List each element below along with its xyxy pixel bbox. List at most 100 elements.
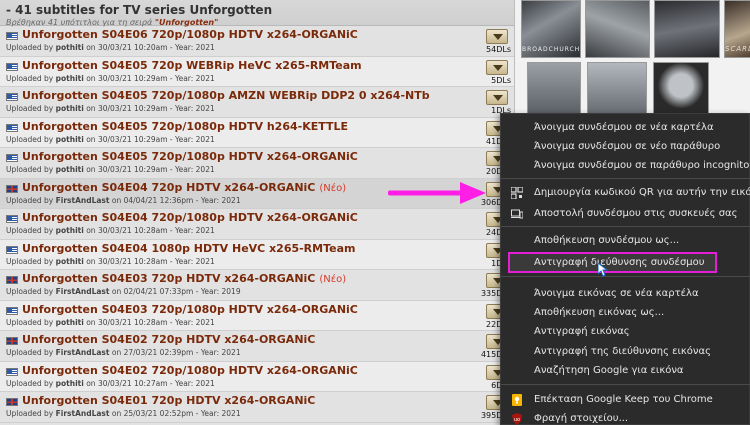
subtitle-row[interactable]: Unforgotten S04E04 1080p HDTV HeVC x265-… <box>0 239 514 270</box>
upload-date: on 30/03/21 10:29am - Year: 2021 <box>86 134 215 144</box>
english-flag-icon <box>6 276 18 284</box>
upload-date: on 30/03/21 10:29am - Year: 2021 <box>86 73 215 83</box>
thumbnail-caption: SCARLET <box>725 45 750 53</box>
subtitle-row[interactable]: Unforgotten S04E05 720p WEBRip HeVC x265… <box>0 56 514 87</box>
upload-date: on 30/03/21 10:28am - Year: 2021 <box>86 317 215 327</box>
subtitle-title-link[interactable]: Unforgotten S04E02 720p/1080p HDTV x264-… <box>22 364 362 377</box>
download-icon[interactable] <box>486 90 508 105</box>
menu-item-label: Άνοιγμα συνδέσμου σε νέο παράθυρο <box>534 141 721 152</box>
uploader-link[interactable]: pothiti <box>56 318 84 327</box>
thumbnail-caption: BROADCHURCH <box>522 46 581 53</box>
uploader-link[interactable]: pothiti <box>56 74 84 83</box>
upload-meta: Uploaded by FirstAndLast on 25/03/21 02:… <box>6 409 241 418</box>
thumbnail-poster[interactable] <box>654 0 720 58</box>
subtitle-title-link[interactable]: Unforgotten S04E06 720p/1080p HDTV x264-… <box>22 28 362 41</box>
upload-meta: Uploaded by pothiti on 30/03/21 10:27am … <box>6 379 215 388</box>
upload-meta: Uploaded by pothiti on 30/03/21 10:28am … <box>6 257 215 266</box>
uploaded-by-label: Uploaded by <box>6 256 54 266</box>
copy-image-item[interactable]: Αντιγραφή εικόνας <box>501 322 750 341</box>
svg-text:uo: uo <box>514 417 520 423</box>
google-keep-extension-item[interactable]: Επέκταση Google Keep του Chrome <box>501 390 750 409</box>
uploader-link[interactable]: FirstAndLast <box>56 348 110 357</box>
thumbnail-poster[interactable] <box>653 62 709 114</box>
upload-date: on 30/03/21 10:28am - Year: 2021 <box>86 256 215 266</box>
menu-item-label: Αποθήκευση συνδέσμου ως... <box>534 235 680 246</box>
block-element-item[interactable]: uo Φραγή στοιχείου... <box>501 409 750 425</box>
open-link-new-window-item[interactable]: Άνοιγμα συνδέσμου σε νέο παράθυρο <box>501 137 750 156</box>
uploader-link[interactable]: FirstAndLast <box>56 287 110 296</box>
uploaded-by-label: Uploaded by <box>6 287 54 296</box>
upload-meta: Uploaded by pothiti on 30/03/21 10:29am … <box>6 104 215 113</box>
thumbnail-poster[interactable]: BROADCHURCH <box>521 0 581 58</box>
subtitle-title-text: Unforgotten S04E05 720p/1080p AMZN WEBRi… <box>22 89 430 102</box>
open-link-new-tab-item[interactable]: Άνοιγμα συνδέσμου σε νέα καρτέλα <box>501 118 750 137</box>
upload-meta: Uploaded by pothiti on 30/03/21 10:28am … <box>6 318 215 327</box>
english-flag-icon <box>6 337 18 345</box>
subtitle-title-text: Unforgotten S04E04 720p/1080p HDTV x264-… <box>22 211 358 224</box>
subtitle-title-link[interactable]: Unforgotten S04E04 1080p HDTV HeVC x265-… <box>22 242 360 255</box>
uploaded-by-label: Uploaded by <box>6 378 54 388</box>
open-image-new-tab-item[interactable]: Άνοιγμα εικόνας σε νέα καρτέλα <box>501 284 750 303</box>
subtitle-row[interactable]: Unforgotten S04E02 720p HDTV x264-ORGANi… <box>0 331 514 362</box>
uploaded-by-label: Uploaded by <box>6 165 54 174</box>
subtitle-title-link[interactable]: Unforgotten S04E03 720p HDTV x264-ORGANi… <box>22 272 346 285</box>
subtitle-title-link[interactable]: Unforgotten S04E04 720p HDTV x264-ORGANi… <box>22 181 346 194</box>
subtitle-row[interactable]: Unforgotten S04E01 720p HDTV x264-ORGANi… <box>0 392 514 423</box>
subtitle-row[interactable]: Unforgotten S04E03 720p HDTV x264-ORGANi… <box>0 270 514 301</box>
uploader-link[interactable]: pothiti <box>56 104 84 113</box>
upload-meta: Uploaded by pothiti on 30/03/21 10:29am … <box>6 135 215 144</box>
copy-image-address-item[interactable]: Αντιγραφή της διεύθυνσης εικόνας <box>501 342 750 361</box>
thumbnail-poster[interactable] <box>585 0 650 58</box>
subtitle-row[interactable]: Unforgotten S04E04 720p/1080p HDTV x264-… <box>0 209 514 240</box>
menu-item-label: Αναζήτηση Google για εικόνα <box>534 365 684 376</box>
subtitle-title-link[interactable]: Unforgotten S04E02 720p HDTV x264-ORGANi… <box>22 333 319 346</box>
subtitle-title-link[interactable]: Unforgotten S04E01 720p HDTV x264-ORGANi… <box>22 394 319 407</box>
subtitle-row[interactable]: Unforgotten S04E03 720p/1080p HDTV x264-… <box>0 300 514 331</box>
download-icon[interactable] <box>486 29 508 44</box>
create-qr-code-item[interactable]: Δημιουργία κωδικού QR για αυτήν την εικό… <box>501 183 750 202</box>
uploader-link[interactable]: pothiti <box>56 43 84 52</box>
subtitle-row[interactable]: Unforgotten S04E05 720p/1080p HDTV h264-… <box>0 117 514 148</box>
uploaded-by-label: Uploaded by <box>6 409 54 418</box>
mouse-cursor-icon <box>598 263 608 277</box>
menu-item-label: Δημιουργία κωδικού QR για αυτήν την εικό… <box>534 187 750 198</box>
google-keep-icon <box>511 394 523 406</box>
english-flag-icon <box>6 184 18 193</box>
save-image-as-item[interactable]: Αποθήκευση εικόνας ως... <box>501 303 750 322</box>
subtitle-row[interactable]: Unforgotten S04E06 720p/1080p HDTV x264-… <box>0 26 514 57</box>
subtitle-title-link[interactable]: Unforgotten S04E05 720p WEBRip HeVC x265… <box>22 59 366 72</box>
save-link-as-item[interactable]: Αποθήκευση συνδέσμου ως... <box>501 231 750 250</box>
greek-flag-icon <box>6 306 18 315</box>
subtitle-row[interactable]: Unforgotten S04E05 720p/1080p HDTV x264-… <box>0 148 514 179</box>
subtitle-title-link[interactable]: Unforgotten S04E05 720p/1080p HDTV h264-… <box>22 120 352 133</box>
subtitle-title-link[interactable]: Unforgotten S04E05 720p/1080p HDTV x264-… <box>22 150 362 163</box>
uploader-link[interactable]: FirstAndLast <box>56 409 110 418</box>
devices-icon <box>511 208 524 220</box>
download-icon[interactable] <box>486 59 508 75</box>
upload-date: on 30/03/21 10:20am - Year: 2021 <box>86 43 215 52</box>
subtitle-title-link[interactable]: Unforgotten S04E04 720p/1080p HDTV x264-… <box>22 211 362 224</box>
thumbnail-poster[interactable]: SCARLET <box>724 0 750 58</box>
uploader-link[interactable]: pothiti <box>56 257 84 266</box>
uploader-link[interactable]: pothiti <box>56 226 84 235</box>
new-badge: (Νέο) <box>319 182 347 194</box>
upload-meta: Uploaded by FirstAndLast on 02/04/21 07:… <box>6 287 241 296</box>
thumbnail-poster[interactable] <box>527 62 581 114</box>
search-google-image-item[interactable]: Αναζήτηση Google για εικόνα <box>501 361 750 380</box>
uploaded-by-label: Uploaded by <box>6 348 54 357</box>
subtitle-title-link[interactable]: Unforgotten S04E05 720p/1080p AMZN WEBRi… <box>22 89 434 102</box>
open-link-incognito-item[interactable]: Άνοιγμα συνδέσμου σε παράθυρο incognito <box>501 156 750 175</box>
subtitle-row[interactable]: Unforgotten S04E02 720p/1080p HDTV x264-… <box>0 361 514 392</box>
thumbnail-poster[interactable] <box>587 62 647 114</box>
uploader-link[interactable]: pothiti <box>56 165 84 174</box>
qr-code-icon <box>510 186 524 200</box>
uploader-link[interactable]: pothiti <box>56 135 84 144</box>
list-header: - 41 subtitles for TV series Unforgotten… <box>0 0 514 27</box>
subtitle-row[interactable]: Unforgotten S04E05 720p/1080p AMZN WEBRi… <box>0 87 514 118</box>
uploader-link[interactable]: FirstAndLast <box>56 196 110 205</box>
uploader-link[interactable]: pothiti <box>56 379 84 388</box>
subtitle-title-link[interactable]: Unforgotten S04E03 720p/1080p HDTV x264-… <box>22 303 362 316</box>
send-link-devices-item[interactable]: Αποστολή συνδέσμου στις συσκευές σας <box>501 204 750 223</box>
greek-flag-icon <box>6 215 18 223</box>
copy-link-address-item[interactable]: Αντιγραφή διεύθυνσης συνδέσμου <box>508 252 717 273</box>
